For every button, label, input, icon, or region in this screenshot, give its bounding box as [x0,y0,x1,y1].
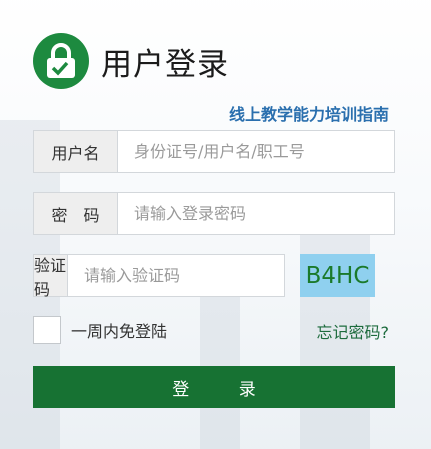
page-title: 用户登录 [101,46,229,83]
login-header: 用户登录 [33,33,229,89]
remember-checkbox[interactable] [33,316,61,344]
password-input[interactable] [118,193,394,234]
forgot-password-link[interactable]: 忘记密码? [317,319,390,343]
captcha-label: 验证码 [34,255,68,299]
login-button[interactable]: 登 录 [33,366,395,408]
lock-check-icon [33,33,89,89]
username-input[interactable] [118,131,394,172]
password-field: 密 码 [33,192,395,235]
username-field: 用户名 [33,130,395,173]
training-guide-link[interactable]: 线上教学能力培训指南 [229,101,389,125]
captcha-field: 验证码 [33,254,285,299]
remember-me: 一周内免登陆 [33,316,167,344]
captcha-input[interactable] [68,255,284,296]
username-label: 用户名 [34,131,118,172]
captcha-image[interactable]: B4HC [300,254,375,297]
password-label: 密 码 [34,193,118,234]
remember-label: 一周内免登陆 [71,322,168,341]
